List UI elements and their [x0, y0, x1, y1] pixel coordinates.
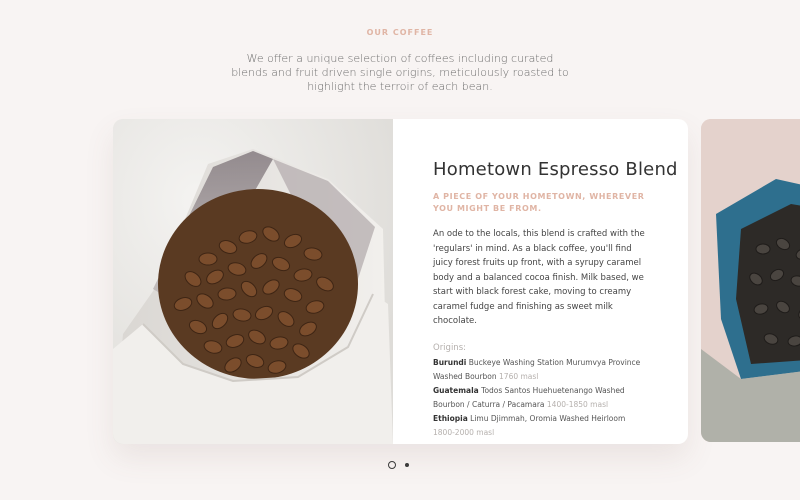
section-intro: We offer a unique selection of coffees i…	[231, 52, 569, 93]
origin-item: Burundi Buckeye Washing Station Murumvya…	[433, 356, 648, 384]
origins-label: Origins:	[433, 342, 466, 353]
product-tagline: A PIECE OF YOUR HOMETOWN, WHEREVER YOU M…	[433, 192, 645, 213]
origin-altitude: 1400-1850 masl	[546, 399, 609, 409]
origin-details: Limu Djimmah, Oromia Washed Heirloom	[470, 413, 626, 423]
carousel-dot[interactable]	[405, 463, 409, 467]
product-details: Hometown Espresso Blend A PIECE OF YOUR …	[393, 119, 688, 444]
origin-country: Guatemala	[433, 385, 479, 395]
section-label: OUR COFFEE	[366, 28, 434, 37]
carousel-pagination	[388, 461, 409, 469]
origin-item: Ethiopia Limu Djimmah, Oromia Washed Hei…	[433, 412, 648, 440]
next-product-card-preview[interactable]	[701, 119, 800, 442]
origin-altitude: 1760 masl	[499, 371, 539, 381]
product-title: Hometown Espresso Blend	[433, 159, 678, 180]
origin-altitude: 1800-2000 masl	[433, 427, 495, 437]
origin-country: Ethiopia	[433, 413, 468, 423]
product-card: Hometown Espresso Blend A PIECE OF YOUR …	[113, 119, 688, 444]
origin-item: Guatemala Todos Santos Huehuetenango Was…	[433, 384, 648, 412]
carousel-dot-active[interactable]	[388, 461, 396, 469]
origin-country: Burundi	[433, 357, 467, 367]
product-description: An ode to the locals, this blend is craf…	[433, 229, 645, 326]
product-photo	[113, 119, 393, 444]
